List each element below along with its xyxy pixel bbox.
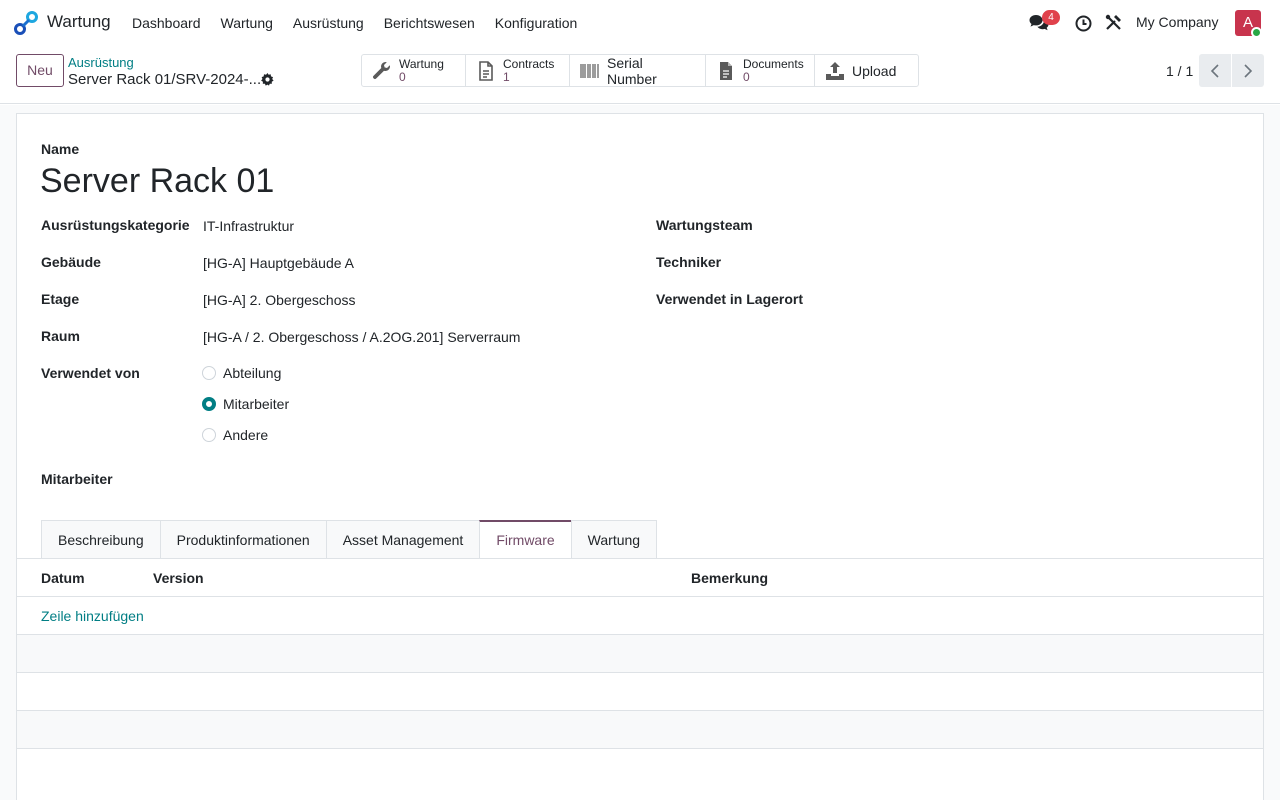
employee-label: Mitarbeiter bbox=[41, 471, 113, 487]
barcode-icon bbox=[580, 63, 599, 78]
building-label: Gebäude bbox=[41, 254, 101, 270]
category-field[interactable]: IT-Infrastruktur bbox=[203, 218, 294, 234]
tools-icon[interactable] bbox=[1105, 14, 1122, 31]
chevron-right-icon bbox=[1244, 63, 1253, 78]
wrench-icon bbox=[373, 61, 390, 79]
form-sheet bbox=[16, 113, 1264, 800]
smart-button-documents[interactable]: Documents 0 bbox=[706, 55, 815, 86]
floor-field[interactable]: [HG-A] 2. Obergeschoss bbox=[203, 292, 356, 308]
column-header-bemerkung[interactable]: Bemerkung bbox=[691, 570, 768, 586]
smart-button-serial-number[interactable]: Serial Number bbox=[570, 54, 706, 87]
radio-mitarbeiter-label[interactable]: Mitarbeiter bbox=[223, 396, 289, 412]
pager-previous-button[interactable] bbox=[1199, 54, 1231, 87]
menu-item-ausruestung[interactable]: Ausrüstung bbox=[283, 0, 374, 46]
notebook-tabs: Beschreibung Produktinformationen Asset … bbox=[41, 520, 658, 559]
tab-beschreibung[interactable]: Beschreibung bbox=[41, 520, 161, 559]
name-label: Name bbox=[41, 141, 80, 157]
tab-produktinformationen[interactable]: Produktinformationen bbox=[159, 520, 327, 559]
pager-next-button[interactable] bbox=[1232, 54, 1264, 87]
smart-button-contracts[interactable]: Contracts 1 bbox=[466, 55, 570, 86]
menu-item-konfiguration[interactable]: Konfiguration bbox=[485, 0, 588, 46]
app-logo-icon[interactable] bbox=[14, 11, 38, 35]
upload-icon bbox=[826, 61, 844, 80]
smart-button-label: Contracts bbox=[503, 56, 555, 71]
table-row bbox=[17, 711, 1263, 748]
online-status-dot bbox=[1251, 27, 1262, 38]
menu-item-berichtswesen[interactable]: Berichtswesen bbox=[374, 0, 485, 46]
menu-item-dashboard[interactable]: Dashboard bbox=[122, 0, 211, 46]
smart-button-label: Wartung bbox=[399, 56, 444, 71]
document-icon bbox=[479, 60, 493, 81]
control-panel: Neu Ausrüstung Server Rack 01/SRV-2024-.… bbox=[0, 46, 1280, 104]
smart-button-label: Documents bbox=[743, 56, 804, 71]
floor-label: Etage bbox=[41, 291, 80, 307]
name-field[interactable]: Server Rack 01 bbox=[40, 162, 274, 201]
company-switcher[interactable]: My Company bbox=[1136, 14, 1218, 30]
category-label: Ausrüstungskategorie bbox=[41, 217, 190, 233]
main-menu: Dashboard Wartung Ausrüstung Berichtswes… bbox=[122, 0, 587, 46]
add-line-link[interactable]: Zeile hinzufügen bbox=[41, 608, 144, 624]
breadcrumb-link[interactable]: Ausrüstung bbox=[68, 55, 134, 70]
tab-divider bbox=[16, 558, 1264, 559]
pager-value[interactable]: 1 / 1 bbox=[1166, 63, 1193, 79]
column-header-datum[interactable]: Datum bbox=[41, 570, 85, 586]
radio-mitarbeiter[interactable] bbox=[202, 397, 216, 411]
used-by-label: Verwendet von bbox=[41, 365, 140, 381]
clock-icon[interactable] bbox=[1075, 15, 1092, 32]
gear-icon[interactable] bbox=[261, 73, 274, 86]
radio-abteilung-label[interactable]: Abteilung bbox=[223, 365, 281, 381]
record-title: Server Rack 01/SRV-2024-... bbox=[68, 71, 262, 88]
radio-andere[interactable] bbox=[202, 428, 216, 442]
maintenance-team-label: Wartungsteam bbox=[656, 217, 753, 233]
app-name[interactable]: Wartung bbox=[47, 12, 111, 32]
table-row-divider bbox=[16, 748, 1264, 749]
smart-button-label: Serial Number bbox=[607, 54, 657, 87]
menu-item-wartung[interactable]: Wartung bbox=[211, 0, 283, 46]
room-field[interactable]: [HG-A / 2. Obergeschoss / A.2OG.201] Ser… bbox=[203, 329, 520, 345]
room-label: Raum bbox=[41, 328, 80, 344]
file-icon bbox=[720, 61, 732, 80]
building-field[interactable]: [HG-A] Hauptgebäude A bbox=[203, 255, 354, 271]
smart-button-count: 1 bbox=[503, 69, 510, 84]
smart-button-label: Upload bbox=[852, 62, 897, 79]
top-navbar: Wartung Dashboard Wartung Ausrüstung Ber… bbox=[0, 0, 1280, 46]
table-row-divider bbox=[16, 672, 1264, 673]
smart-button-wartung[interactable]: Wartung 0 bbox=[362, 55, 466, 86]
smart-buttons: Wartung 0 Contracts 1 Serial Number Docu… bbox=[361, 54, 919, 87]
new-button[interactable]: Neu bbox=[16, 54, 64, 87]
chat-badge: 4 bbox=[1042, 10, 1060, 25]
column-header-version[interactable]: Version bbox=[153, 570, 204, 586]
smart-button-count: 0 bbox=[399, 69, 406, 84]
technician-label: Techniker bbox=[656, 254, 722, 270]
smart-button-count: 0 bbox=[743, 69, 750, 84]
location-label: Verwendet in Lagerort bbox=[656, 291, 804, 307]
table-row bbox=[17, 635, 1263, 672]
tab-asset-management[interactable]: Asset Management bbox=[325, 520, 481, 559]
chevron-left-icon bbox=[1210, 63, 1219, 78]
smart-button-upload[interactable]: Upload bbox=[815, 55, 918, 86]
tab-wartung[interactable]: Wartung bbox=[570, 520, 658, 559]
tab-firmware[interactable]: Firmware bbox=[479, 520, 572, 559]
radio-andere-label[interactable]: Andere bbox=[223, 427, 268, 443]
radio-abteilung[interactable] bbox=[202, 366, 216, 380]
table-header-divider bbox=[16, 596, 1264, 597]
